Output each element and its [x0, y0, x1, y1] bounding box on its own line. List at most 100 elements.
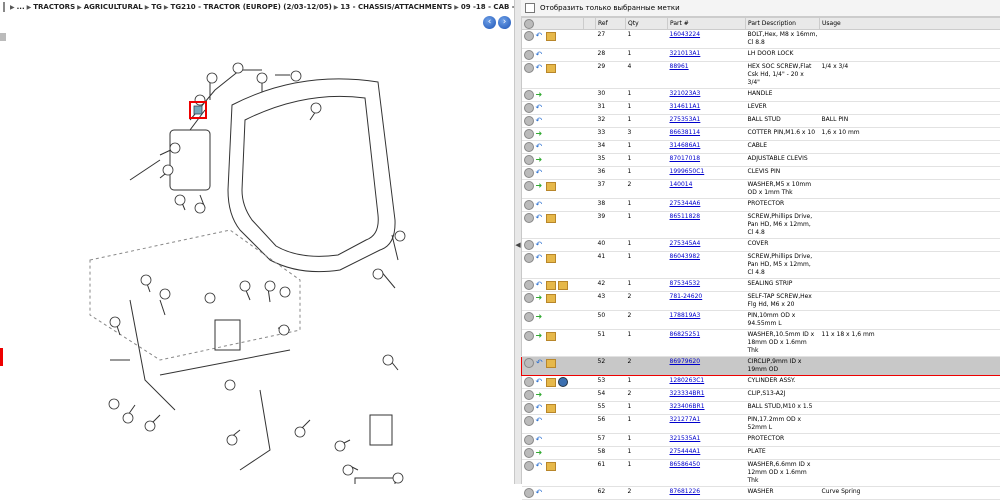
table-row[interactable]: ➜33386638114COTTER PIN,M1.6 x 101,6 x 10…: [522, 128, 1000, 141]
gear-icon[interactable]: [524, 280, 534, 290]
package-icon[interactable]: [546, 32, 556, 41]
forward-arrow-icon[interactable]: ➜: [536, 332, 544, 340]
back-arrow-icon[interactable]: ↶: [536, 51, 544, 59]
back-arrow-icon[interactable]: ↶: [536, 378, 544, 386]
package-icon[interactable]: [546, 254, 556, 263]
back-arrow-icon[interactable]: ↶: [536, 104, 544, 112]
forward-arrow-icon[interactable]: ➜: [536, 449, 544, 457]
home-icon[interactable]: [3, 2, 5, 12]
table-row[interactable]: ↶381275344A6PROTECTOR: [522, 199, 1000, 212]
table-row[interactable]: ↶42187534532SEALING STRIP: [522, 279, 1000, 292]
table-row[interactable]: ➜502178819A3PIN,10mm OD x 94.55mm L: [522, 311, 1000, 330]
back-arrow-icon[interactable]: ↶: [536, 64, 544, 72]
globe-icon[interactable]: [558, 377, 568, 387]
part-number-link[interactable]: 323334BR1: [670, 390, 705, 397]
gear-icon[interactable]: [524, 377, 534, 387]
gear-icon[interactable]: [524, 390, 534, 400]
part-number-link[interactable]: 275353A1: [670, 116, 701, 123]
gear-icon[interactable]: [524, 142, 534, 152]
table-row[interactable]: ↶311314611A1LEVER: [522, 102, 1000, 115]
table-row[interactable]: ↶39186511828SCREW,Phillips Drive, Pan HD…: [522, 212, 1000, 239]
package-icon[interactable]: [546, 294, 556, 303]
gear-icon[interactable]: [524, 293, 534, 303]
gear-icon[interactable]: [524, 331, 534, 341]
forward-arrow-icon[interactable]: ➜: [536, 294, 544, 302]
gear-icon[interactable]: [524, 116, 534, 126]
back-arrow-icon[interactable]: ↶: [536, 436, 544, 444]
part-number-link[interactable]: 87017018: [670, 155, 701, 162]
package-icon[interactable]: [546, 214, 556, 223]
gear-icon[interactable]: [524, 103, 534, 113]
part-number-link[interactable]: 275344A6: [670, 200, 701, 207]
table-row[interactable]: ➜301321023A3HANDLE: [522, 89, 1000, 102]
table-row[interactable]: ↶561321277A1PIN,17.2mm OD x 52mm L: [522, 415, 1000, 434]
part-number-link[interactable]: 86043982: [670, 253, 701, 260]
part-number-link[interactable]: 781-24620: [670, 293, 703, 300]
part-number-link[interactable]: 1280263C1: [670, 377, 705, 384]
back-arrow-icon[interactable]: ↶: [536, 143, 544, 151]
part-number-link[interactable]: 86979620: [670, 358, 701, 365]
part-number-link[interactable]: 1999650C1: [670, 168, 705, 175]
gear-icon[interactable]: [524, 31, 534, 41]
package-icon[interactable]: [546, 359, 556, 368]
part-number-link[interactable]: 314611A1: [670, 103, 701, 110]
table-row[interactable]: ↶571321535A1PROTECTOR: [522, 434, 1000, 447]
breadcrumb-item[interactable]: TRACTORS: [33, 3, 75, 11]
back-arrow-icon[interactable]: ↶: [536, 201, 544, 209]
back-arrow-icon[interactable]: ↶: [536, 359, 544, 367]
part-number-header[interactable]: Part #: [668, 18, 746, 30]
gear-icon[interactable]: [524, 461, 534, 471]
breadcrumb-item[interactable]: TG210 - TRACTOR (EUROPE) (2/03-12/05): [171, 3, 332, 11]
breadcrumb-item[interactable]: TG: [151, 3, 162, 11]
gear-icon[interactable]: [524, 312, 534, 322]
gear-icon[interactable]: [524, 448, 534, 458]
previous-page-button[interactable]: ‹: [483, 16, 496, 29]
select-all-header[interactable]: [522, 18, 584, 30]
ref-header[interactable]: Ref: [596, 18, 626, 30]
gear-icon[interactable]: [524, 213, 534, 223]
package-icon[interactable]: [546, 332, 556, 341]
back-arrow-icon[interactable]: ↶: [536, 214, 544, 222]
back-arrow-icon[interactable]: ↶: [536, 241, 544, 249]
table-row[interactable]: ➜51186825251WASHER,10.5mm ID x 18mm OD x…: [522, 330, 1000, 357]
part-number-link[interactable]: 86511828: [670, 213, 701, 220]
back-arrow-icon[interactable]: ↶: [536, 117, 544, 125]
gear-icon[interactable]: [524, 50, 534, 60]
breadcrumb-item[interactable]: AGRICULTURAL: [84, 3, 143, 11]
table-row[interactable]: ↶61186586450WASHER,6.6mm ID x 12mm OD x …: [522, 460, 1000, 487]
table-row[interactable]: ↶29488961HEX SOC SCREW,Flat Csk Hd, 1/4"…: [522, 62, 1000, 89]
breadcrumb-item[interactable]: ...: [17, 3, 25, 11]
exploded-parts-diagram[interactable]: [0, 30, 514, 484]
back-arrow-icon[interactable]: ↶: [536, 32, 544, 40]
table-row[interactable]: ↶551323406BR1BALL STUD,M10 x 1.5: [522, 402, 1000, 415]
table-row[interactable]: ↶52286979620CIRCLIP,9mm ID x 19mm OD: [522, 357, 1000, 376]
part-number-link[interactable]: 86825251: [670, 331, 701, 338]
table-row[interactable]: ↶3611999650C1CLEVIS PIN: [522, 167, 1000, 180]
forward-arrow-icon[interactable]: ➜: [536, 156, 544, 164]
back-arrow-icon[interactable]: ↶: [536, 169, 544, 177]
part-number-link[interactable]: 86586450: [670, 461, 701, 468]
breadcrumb-item[interactable]: 13 - CHASSIS/ATTACHMENTS: [340, 3, 452, 11]
table-row[interactable]: ↶321275353A1BALL STUDBALL PIN: [522, 115, 1000, 128]
gear-icon[interactable]: [524, 416, 534, 426]
gear-icon[interactable]: [524, 200, 534, 210]
table-row[interactable]: ↶5311280263C1CYLINDER ASSY.: [522, 376, 1000, 389]
part-number-link[interactable]: 88961: [670, 63, 689, 70]
forward-arrow-icon[interactable]: ➜: [536, 182, 544, 190]
part-number-link[interactable]: 87681226: [670, 488, 701, 495]
part-number-link[interactable]: 275444A1: [670, 448, 701, 455]
next-page-button[interactable]: ›: [498, 16, 511, 29]
package-icon[interactable]: [546, 404, 556, 413]
part-number-link[interactable]: 178819A3: [670, 312, 701, 319]
part-number-link[interactable]: 140014: [670, 181, 693, 188]
table-row[interactable]: ➜432781-24620SELF-TAP SCREW,Hex Flg Hd, …: [522, 292, 1000, 311]
gear-icon[interactable]: [524, 155, 534, 165]
part-number-link[interactable]: 321277A1: [670, 416, 701, 423]
part-number-link[interactable]: 87534532: [670, 280, 701, 287]
gear-icon[interactable]: [524, 403, 534, 413]
part-number-link[interactable]: 275345A4: [670, 240, 701, 247]
table-row[interactable]: ➜542323334BR1CLIP,S13-A2J: [522, 389, 1000, 402]
table-row[interactable]: ➜35187017018ADJUSTABLE CLEVIS: [522, 154, 1000, 167]
table-row[interactable]: ↶281321013A1LH DOOR LOCK: [522, 49, 1000, 62]
gear-icon[interactable]: [524, 240, 534, 250]
